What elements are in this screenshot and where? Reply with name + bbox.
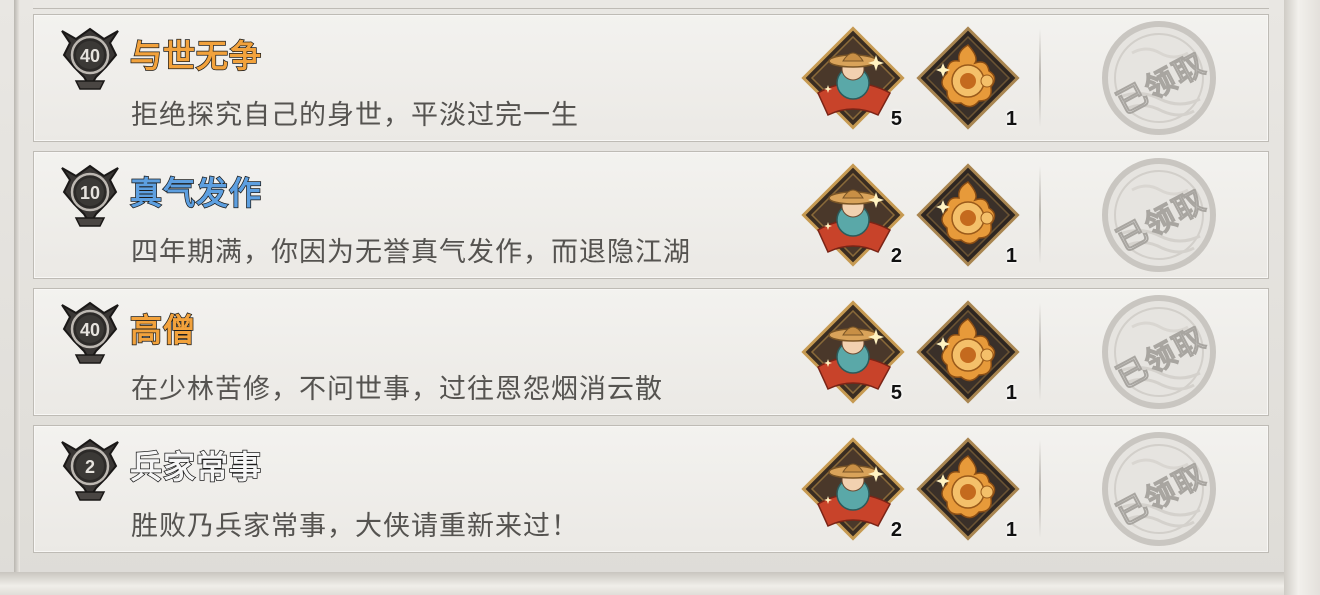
claimed-stamp: 已领取 [1084, 430, 1234, 548]
ending-title: 真气发作 [129, 173, 263, 213]
row-divider [1039, 166, 1041, 264]
panel-frame-left [14, 0, 20, 580]
reward-item-monk[interactable]: 5 [798, 23, 908, 133]
trophy-medal-icon: 40 [54, 295, 126, 367]
ending-description: 四年期满，你因为无誉真气发作，而退隐江湖 [131, 237, 691, 268]
ending-description: 在少林苦修，不问世事，过往恩怨烟消云散 [131, 374, 663, 405]
svg-text:2: 2 [85, 457, 95, 477]
trophy-medal-icon: 40 [54, 21, 126, 93]
reward-item-monk[interactable]: 2 [798, 434, 908, 544]
reward-count: 2 [890, 245, 902, 267]
reward-count: 1 [1005, 519, 1017, 541]
ending-description: 拒绝探究自己的身世，平淡过完一生 [131, 100, 579, 131]
svg-text:40: 40 [80, 320, 100, 340]
reward-count: 1 [1005, 108, 1017, 130]
claimed-stamp: 已领取 [1084, 19, 1234, 137]
claimed-stamp: 已领取 [1084, 293, 1234, 411]
svg-text:10: 10 [80, 183, 100, 203]
panel-frame-right [1284, 0, 1320, 595]
ending-row-1[interactable]: 10 真气发作 四年期满，你因为无誉真气发作，而退隐江湖 2 1 已领取 [33, 151, 1269, 279]
ending-title: 兵家常事 [129, 447, 263, 487]
ending-title: 与世无争 [129, 36, 263, 76]
claimed-stamp: 已领取 [1084, 156, 1234, 274]
row-divider [1039, 29, 1041, 127]
reward-count: 5 [890, 108, 902, 130]
endings-list[interactable]: 40 与世无争 拒绝探究自己的身世，平淡过完一生 5 1 已领取 10 真气发作… [33, 0, 1269, 560]
reward-item-orb[interactable]: 1 [913, 23, 1023, 133]
reward-item-monk[interactable]: 2 [798, 160, 908, 270]
ending-description: 胜败乃兵家常事，大侠请重新来过！ [131, 511, 579, 542]
ending-row-2[interactable]: 40 高僧 在少林苦修，不问世事，过往恩怨烟消云散 5 1 已领取 [33, 288, 1269, 416]
svg-text:40: 40 [80, 46, 100, 66]
panel-frame-bottom [0, 572, 1320, 595]
endings-panel: 40 与世无争 拒绝探究自己的身世，平淡过完一生 5 1 已领取 10 真气发作… [0, 0, 1320, 595]
reward-count: 2 [890, 519, 902, 541]
ending-title: 高僧 [129, 310, 197, 350]
ending-row-3[interactable]: 2 兵家常事 胜败乃兵家常事，大侠请重新来过！ 2 1 已领取 [33, 425, 1269, 553]
reward-count: 1 [1005, 245, 1017, 267]
ending-row-0[interactable]: 40 与世无争 拒绝探究自己的身世，平淡过完一生 5 1 已领取 [33, 14, 1269, 142]
trophy-medal-icon: 2 [54, 432, 126, 504]
reward-item-orb[interactable]: 1 [913, 434, 1023, 544]
row-divider [1039, 440, 1041, 538]
reward-count: 1 [1005, 382, 1017, 404]
reward-item-orb[interactable]: 1 [913, 160, 1023, 270]
row-divider [1039, 303, 1041, 401]
trophy-medal-icon: 10 [54, 158, 126, 230]
reward-count: 5 [890, 382, 902, 404]
reward-item-orb[interactable]: 1 [913, 297, 1023, 407]
reward-item-monk[interactable]: 5 [798, 297, 908, 407]
